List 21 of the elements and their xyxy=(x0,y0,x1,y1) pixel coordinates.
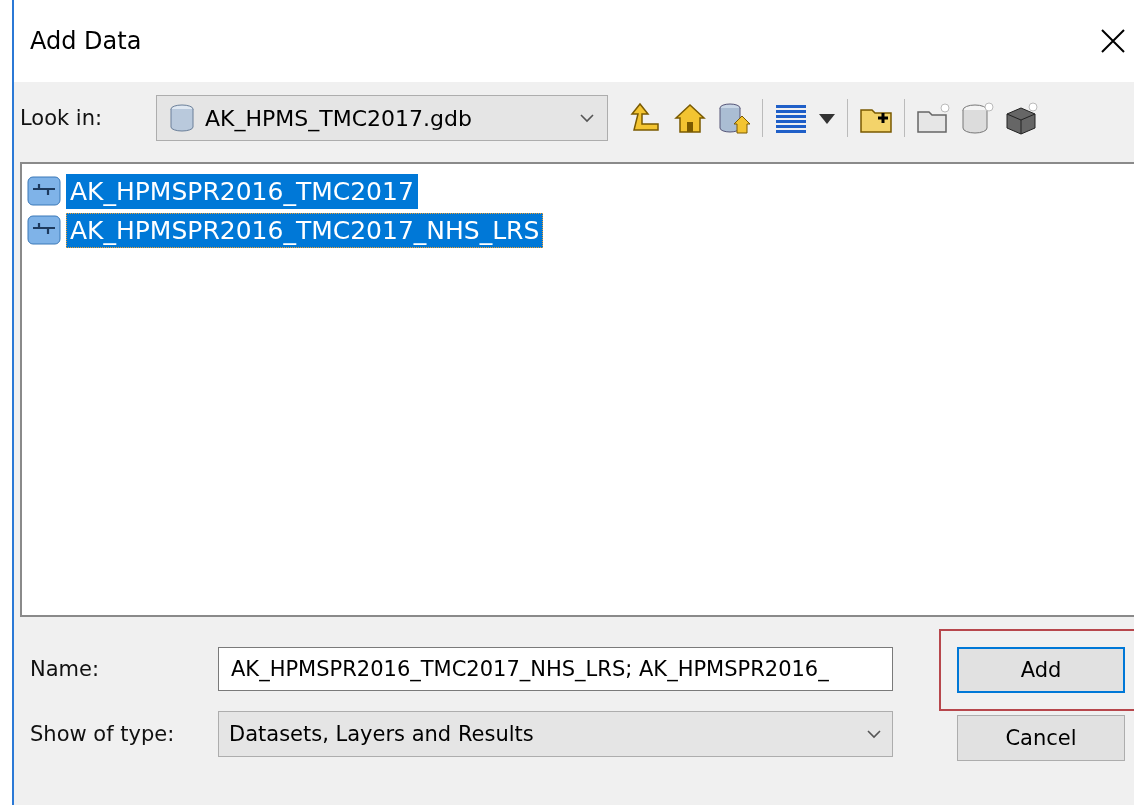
database-icon xyxy=(169,104,195,132)
add-button[interactable]: Add xyxy=(957,647,1125,693)
database-home-icon[interactable] xyxy=(716,100,752,136)
list-item[interactable]: AK_HPMSPR2016_TMC2017 xyxy=(66,174,418,209)
caret-icon xyxy=(579,113,595,123)
window-title: Add Data xyxy=(30,27,142,55)
look-in-label: Look in: xyxy=(20,106,104,130)
line-feature-icon xyxy=(26,174,64,209)
database-icon[interactable] xyxy=(959,100,995,136)
name-label: Name: xyxy=(30,657,101,681)
look-in-dropdown[interactable]: AK_HPMS_TMC2017.gdb xyxy=(156,95,608,141)
toolbox-icon[interactable] xyxy=(1003,100,1039,136)
close-icon[interactable] xyxy=(1100,28,1126,54)
caret-icon xyxy=(866,729,882,739)
name-field[interactable]: AK_HPMSPR2016_TMC2017_NHS_LRS; AK_HPMSPR2016_ xyxy=(218,647,893,691)
folder-icon[interactable] xyxy=(915,100,951,136)
list-item[interactable]: AK_HPMSPR2016_TMC2017_NHS_LRS xyxy=(66,213,544,248)
cancel-button[interactable]: Cancel xyxy=(957,715,1125,761)
line-feature-icon xyxy=(26,213,64,248)
type-dropdown[interactable]: Datasets, Layers and Results xyxy=(218,711,893,757)
type-label: Show of type: xyxy=(30,722,176,746)
